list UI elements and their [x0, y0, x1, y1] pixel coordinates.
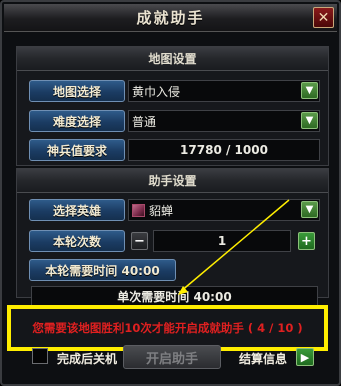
warning-message: 您需要该地图胜利10次才能开启成就助手 ( 4 / 10 ): [32, 321, 303, 335]
result-info-arrow-icon[interactable]: ▶: [296, 348, 314, 366]
result-info-label: 结算信息: [239, 352, 288, 366]
achievement-helper-window: 成就助手 ✕ 地图设置 地图选择 黄巾入侵 ▼ 难度选择 普通 ▼ 神兵值要求 …: [0, 0, 341, 386]
shutdown-checkbox[interactable]: [32, 348, 48, 364]
shutdown-label: 完成后关机: [57, 352, 118, 366]
start-helper-button[interactable]: 开启助手: [123, 345, 221, 369]
